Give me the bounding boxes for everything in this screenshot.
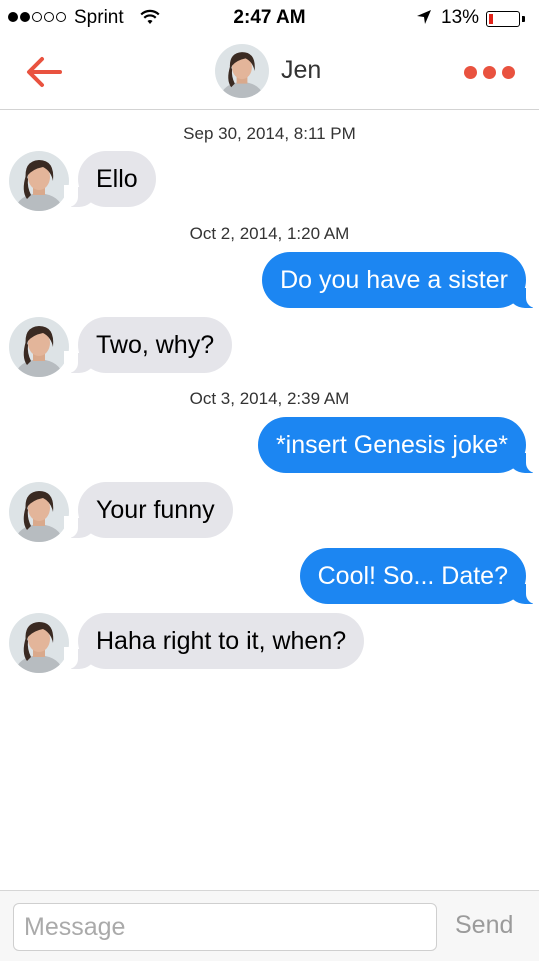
outgoing-message[interactable]: Do you have a sister (262, 252, 539, 308)
compose-bar: Send (0, 890, 539, 961)
message-text: Two, why? (96, 331, 215, 359)
message-text: Your funny (96, 496, 215, 524)
nav-bar: Jen (0, 38, 539, 110)
message-text: Haha right to it, when? (96, 627, 347, 655)
message-input[interactable] (13, 903, 437, 951)
message-text: *insert Genesis joke* (275, 431, 508, 459)
contact-name[interactable]: Jen (281, 56, 321, 85)
timestamp: Oct 3, 2014, 2:39 AM (189, 389, 350, 408)
incoming-message[interactable]: Haha right to it, when? (63, 613, 365, 669)
contact-avatar[interactable] (215, 44, 269, 98)
timestamp: Oct 2, 2014, 1:20 AM (189, 224, 350, 243)
message-text: Do you have a sister (280, 266, 508, 294)
more-dots-icon[interactable] (464, 62, 515, 83)
status-bar: Sprint 2:47 AM 13% (0, 0, 539, 38)
sender-avatar[interactable] (9, 482, 69, 542)
outgoing-message[interactable]: *insert Genesis joke* (257, 417, 539, 473)
outgoing-message[interactable]: Cool! So... Date? (299, 548, 539, 604)
location-arrow-icon (416, 9, 432, 31)
battery-percent: 13% (441, 7, 480, 28)
incoming-message[interactable]: Two, why? (63, 317, 233, 373)
sender-avatar[interactable] (9, 151, 69, 211)
message-text: Cool! So... Date? (317, 562, 508, 590)
timestamp: Sep 30, 2014, 8:11 PM (183, 124, 356, 143)
incoming-message[interactable]: Ello (64, 151, 156, 207)
back-arrow-icon[interactable] (22, 52, 66, 92)
incoming-message[interactable]: Your funny (64, 482, 233, 538)
sender-avatar[interactable] (9, 613, 69, 673)
battery-icon (486, 11, 520, 27)
sender-avatar[interactable] (9, 317, 69, 377)
send-button[interactable]: Send (455, 911, 513, 940)
message-text: Ello (96, 165, 138, 193)
battery-tip (522, 16, 525, 22)
